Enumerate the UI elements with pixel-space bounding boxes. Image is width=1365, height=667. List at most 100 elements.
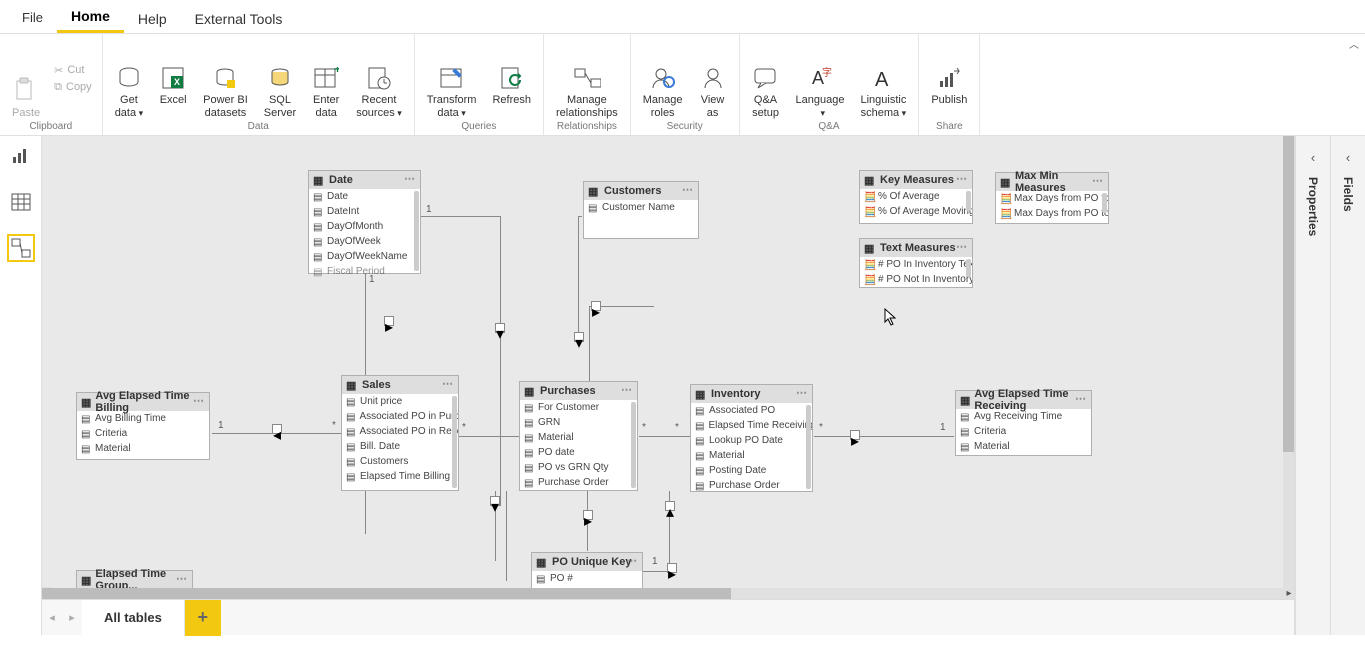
publish-button[interactable]: Publish: [923, 38, 975, 120]
relationship-arrow[interactable]: ▸: [850, 430, 860, 440]
view-as-button[interactable]: Viewas: [691, 38, 735, 120]
recent-sources-button[interactable]: Recentsources: [348, 38, 410, 120]
column-name[interactable]: PO vs GRN Qty: [538, 462, 609, 473]
column-name[interactable]: Max Days from PO to ...: [1014, 208, 1108, 219]
column-name[interactable]: Bill. Date: [360, 441, 400, 452]
vscroll-thumb[interactable]: [1283, 136, 1294, 452]
menu-home[interactable]: Home: [57, 8, 124, 33]
table-scrollbar[interactable]: [631, 402, 636, 488]
column-name[interactable]: Unit price: [360, 396, 402, 407]
table-menu-icon[interactable]: ⋯: [621, 383, 633, 396]
relationship-line[interactable]: [500, 216, 501, 506]
table-po-unique-key[interactable]: ▦PO Unique Key⋯ ▤PO #: [531, 552, 643, 588]
column-name[interactable]: Fiscal Period: [327, 266, 385, 277]
relationship-arrow[interactable]: ▸: [583, 510, 593, 520]
column-name[interactable]: Material: [538, 432, 574, 443]
column-name[interactable]: Associated PO in Receiving: [359, 426, 458, 437]
fields-panel-toggle[interactable]: ‹ Fields: [1330, 136, 1365, 635]
table-inventory[interactable]: ▦Inventory⋯ ▤Associated PO ▤Elapsed Time…: [690, 384, 813, 492]
column-name[interactable]: PO date: [538, 447, 575, 458]
copy-button[interactable]: ⧉Copy: [54, 81, 92, 94]
column-name[interactable]: Lookup PO Date: [709, 435, 783, 446]
table-customers[interactable]: ▦Customers⋯ ▤Customer Name: [583, 181, 699, 239]
column-name[interactable]: Customer Name: [602, 202, 675, 213]
column-name[interactable]: DayOfWeekName: [327, 251, 407, 262]
column-name[interactable]: % Of Average Moving: [878, 206, 972, 217]
table-scrollbar[interactable]: [966, 191, 971, 211]
excel-button[interactable]: X Excel: [151, 38, 195, 120]
table-menu-icon[interactable]: ⋯: [682, 183, 694, 196]
relationship-line[interactable]: [459, 436, 519, 437]
table-avg-receiving[interactable]: ▦Avg Elapsed Time Receiving⋯ ▤Avg Receiv…: [955, 390, 1092, 456]
powerbi-datasets-button[interactable]: Power BIdatasets: [195, 38, 256, 120]
column-name[interactable]: Elapsed Time Billing: [360, 471, 450, 482]
table-max-min-measures[interactable]: ▦Max Min Measures⋯ 🧮Max Days from PO to …: [995, 172, 1109, 224]
column-name[interactable]: GRN: [538, 417, 560, 428]
table-menu-icon[interactable]: ⋯: [796, 386, 808, 399]
table-scrollbar[interactable]: [1102, 193, 1107, 213]
cut-button[interactable]: ✂Cut: [54, 64, 92, 77]
table-menu-icon[interactable]: ⋯: [1092, 174, 1104, 187]
add-layout-button[interactable]: +: [185, 600, 221, 636]
transform-data-button[interactable]: Transformdata: [419, 38, 485, 120]
relationship-arrow[interactable]: ▾: [490, 496, 500, 506]
tab-next-icon[interactable]: ▸: [62, 611, 82, 624]
table-menu-icon[interactable]: ⋯: [1075, 392, 1087, 405]
table-menu-icon[interactable]: ⋯: [193, 394, 205, 407]
menu-help[interactable]: Help: [124, 11, 181, 33]
table-text-measures[interactable]: ▦Text Measures⋯ 🧮# PO In Inventory Text …: [859, 238, 973, 288]
column-name[interactable]: Material: [709, 450, 745, 461]
column-name[interactable]: For Customer: [538, 402, 599, 413]
canvas-vscroll[interactable]: [1283, 136, 1294, 588]
table-avg-billing[interactable]: ▦Avg Elapsed Time Billing⋯ ▤Avg Billing …: [76, 392, 210, 460]
table-scrollbar[interactable]: [414, 191, 419, 271]
table-menu-icon[interactable]: ⋯: [404, 172, 416, 185]
relationship-line[interactable]: [578, 216, 579, 336]
relationship-line[interactable]: [578, 216, 582, 217]
column-name[interactable]: Criteria: [974, 426, 1006, 437]
table-menu-icon[interactable]: ⋯: [626, 554, 638, 567]
relationship-line[interactable]: [420, 216, 500, 217]
model-canvas[interactable]: ▸ 1 1 ▾ ▸ ▾ 1 ◂ * * * * * 1 ▸: [42, 136, 1294, 588]
hscroll-thumb[interactable]: [42, 588, 731, 599]
table-scrollbar[interactable]: [966, 259, 971, 277]
column-name[interactable]: % Of Average: [878, 191, 940, 202]
relationship-arrow[interactable]: ▾: [574, 332, 584, 342]
relationship-arrow[interactable]: ▴: [665, 501, 675, 511]
column-name[interactable]: Customers: [360, 456, 408, 467]
table-scrollbar[interactable]: [806, 405, 811, 489]
table-date[interactable]: ▦Date⋯ ▤Date ▤DateInt ▤DayOfMonth ▤DayOf…: [308, 170, 421, 274]
manage-relationships-button[interactable]: Managerelationships: [548, 38, 626, 120]
column-name[interactable]: DateInt: [327, 206, 359, 217]
column-name[interactable]: Criteria: [95, 428, 127, 439]
column-name[interactable]: PO #: [550, 573, 573, 584]
relationship-arrow[interactable]: ▸: [667, 563, 677, 573]
relationship-arrow[interactable]: ▾: [495, 323, 505, 333]
column-name[interactable]: Associated PO: [709, 405, 775, 416]
data-view-button[interactable]: [7, 188, 35, 216]
table-menu-icon[interactable]: ⋯: [956, 240, 968, 253]
column-name[interactable]: Date: [327, 191, 348, 202]
column-name[interactable]: Posting Date: [709, 465, 766, 476]
sql-server-button[interactable]: SQLServer: [256, 38, 304, 120]
column-name[interactable]: DayOfMonth: [327, 221, 383, 232]
column-name[interactable]: Material: [974, 441, 1010, 452]
column-name[interactable]: DayOfWeek: [327, 236, 381, 247]
column-name[interactable]: Elapsed Time Receiving: [708, 420, 812, 431]
column-name[interactable]: Material: [95, 443, 131, 454]
table-scrollbar[interactable]: [452, 396, 457, 488]
menu-file[interactable]: File: [8, 10, 57, 33]
properties-panel-toggle[interactable]: ‹ Properties: [1295, 136, 1330, 635]
column-name[interactable]: Associated PO in Purchas...: [359, 411, 458, 422]
column-name[interactable]: Avg Billing Time: [95, 413, 166, 424]
column-name[interactable]: Avg Receiving Time: [974, 411, 1062, 422]
table-menu-icon[interactable]: ⋯: [176, 572, 188, 585]
tab-prev-icon[interactable]: ◂: [42, 611, 62, 624]
table-elapsed-time-group[interactable]: ▦Elapsed Time Group...⋯ ▤Criteria: [76, 570, 193, 588]
paste-button[interactable]: Paste: [4, 38, 48, 120]
get-data-button[interactable]: Getdata: [107, 38, 151, 120]
relationship-line[interactable]: [589, 306, 590, 386]
model-view-button[interactable]: [7, 234, 35, 262]
table-sales[interactable]: ▦Sales⋯ ▤Unit price ▤Associated PO in Pu…: [341, 375, 459, 491]
relationship-line[interactable]: [506, 491, 507, 581]
